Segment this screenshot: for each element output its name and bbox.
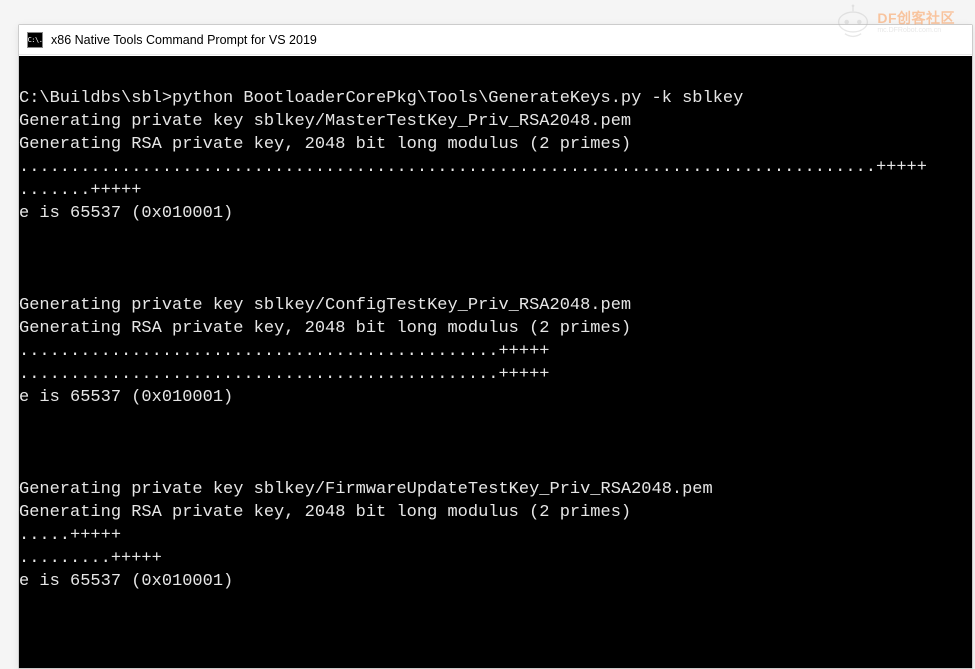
cmd-icon: C:\. xyxy=(27,32,43,48)
window-title: x86 Native Tools Command Prompt for VS 2… xyxy=(51,33,317,47)
titlebar[interactable]: C:\. x86 Native Tools Command Prompt for… xyxy=(19,25,972,55)
console-area[interactable]: C:\Buildbs\sbl>python BootloaderCorePkg\… xyxy=(19,56,972,668)
cmd-icon-text: C:\. xyxy=(28,36,43,44)
cmd-window: C:\. x86 Native Tools Command Prompt for… xyxy=(18,24,973,669)
watermark-main: DF创客社区 xyxy=(877,11,955,25)
